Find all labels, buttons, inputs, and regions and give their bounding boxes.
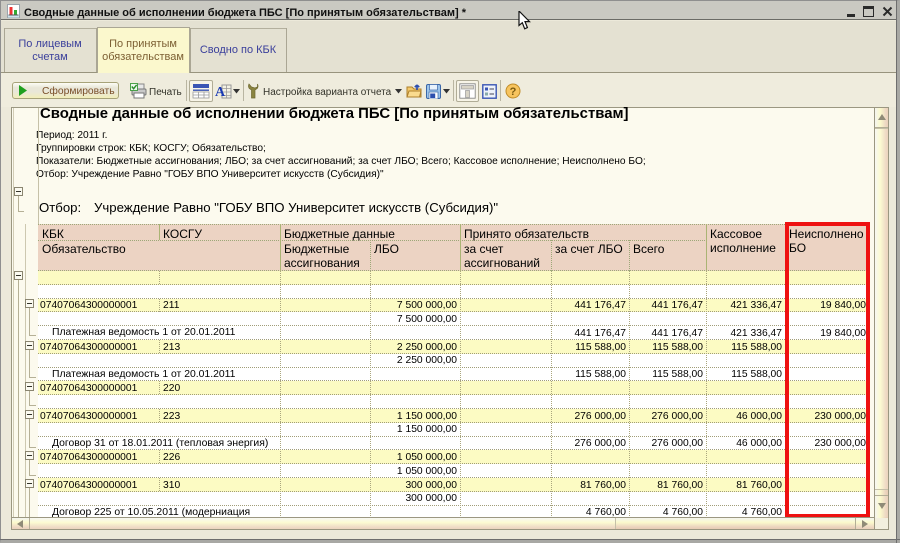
svg-text:?: ?: [510, 86, 517, 98]
svg-text:A: A: [215, 85, 226, 99]
